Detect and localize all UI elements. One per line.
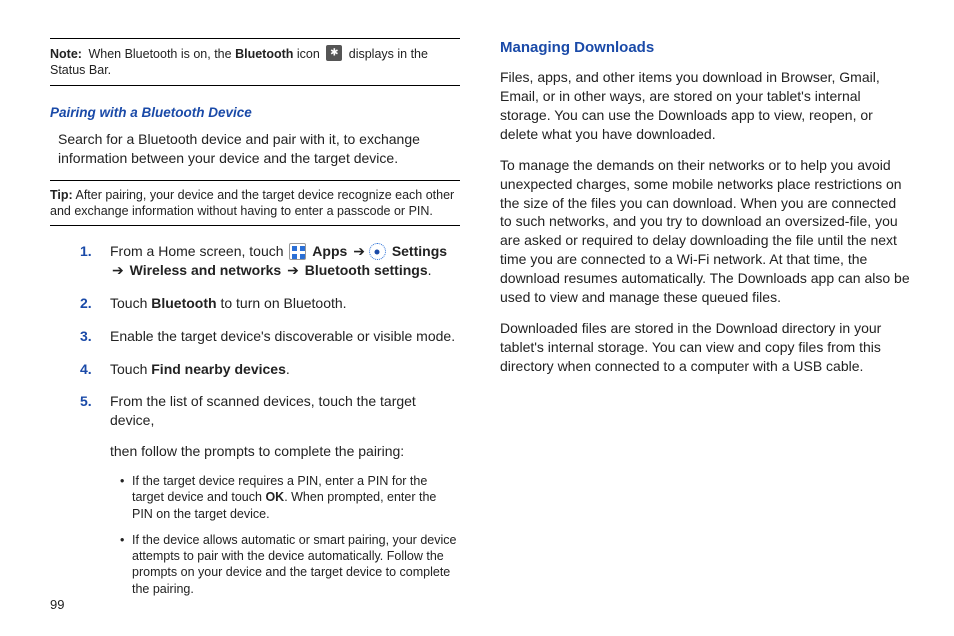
arrow-icon: ➔ (112, 262, 124, 278)
intro-paragraph: Search for a Bluetooth device and pair w… (58, 130, 460, 168)
bullet-1: If the target device requires a PIN, ent… (120, 473, 460, 522)
step-num: 1. (80, 242, 92, 261)
note-line1: When Bluetooth is on, the Bluetooth icon… (50, 47, 428, 77)
step-num: 3. (80, 327, 92, 346)
step-num: 2. (80, 294, 92, 313)
step-5: 5. From the list of scanned devices, tou… (80, 392, 460, 596)
settings-icon (369, 243, 386, 260)
tip-text: After pairing, your device and the targe… (50, 188, 454, 218)
subheading-pairing: Pairing with a Bluetooth Device (50, 104, 460, 122)
heading-managing-downloads: Managing Downloads (500, 38, 910, 58)
step-5-line1: From the list of scanned devices, touch … (110, 392, 460, 430)
arrow-icon: ➔ (287, 262, 299, 278)
manual-page: Note: When Bluetooth is on, the Bluetoot… (0, 0, 954, 611)
step-3: 3. Enable the target device's discoverab… (80, 327, 460, 346)
steps-list: 1. From a Home screen, touch Apps ➔ Sett… (50, 242, 460, 597)
bullet-2: If the device allows automatic or smart … (120, 532, 460, 597)
left-column: Note: When Bluetooth is on, the Bluetoot… (50, 38, 460, 611)
arrow-icon: ➔ (353, 243, 365, 259)
right-p3: Downloaded files are stored in the Downl… (500, 319, 910, 376)
step-num: 5. (80, 392, 92, 411)
right-p1: Files, apps, and other items you downloa… (500, 68, 910, 144)
apps-icon (289, 243, 306, 260)
page-number: 99 (50, 597, 64, 612)
tip-lead: Tip: (50, 188, 73, 202)
note-box: Note: When Bluetooth is on, the Bluetoot… (50, 38, 460, 86)
right-p2: To manage the demands on their networks … (500, 156, 910, 307)
right-column: Managing Downloads Files, apps, and othe… (500, 38, 910, 611)
bluetooth-icon (326, 45, 342, 61)
step-num: 4. (80, 360, 92, 379)
step-1: 1. From a Home screen, touch Apps ➔ Sett… (80, 242, 460, 280)
step-2: 2. Touch Bluetooth to turn on Bluetooth. (80, 294, 460, 313)
step-4: 4. Touch Find nearby devices. (80, 360, 460, 379)
step-5-bullets: If the target device requires a PIN, ent… (110, 473, 460, 597)
step-5-line2: then follow the prompts to complete the … (110, 442, 460, 461)
note-lead: Note: (50, 47, 82, 61)
tip-box: Tip: After pairing, your device and the … (50, 180, 460, 227)
